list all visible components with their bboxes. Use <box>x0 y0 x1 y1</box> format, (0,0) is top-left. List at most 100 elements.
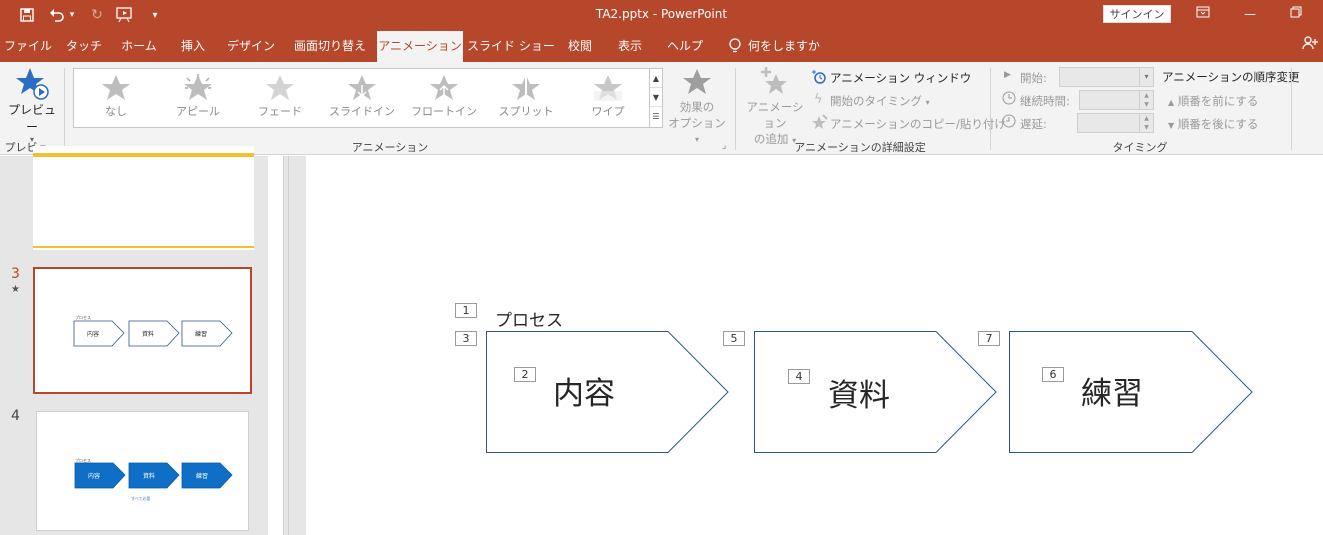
gallery-scroll-up-icon[interactable]: ▲ <box>650 69 662 88</box>
gallery-item-label: なし <box>105 105 127 118</box>
anim-tag-4[interactable]: 4 <box>788 369 810 384</box>
group-separator <box>1291 68 1292 150</box>
share-icon[interactable] <box>1296 31 1323 62</box>
tab-animations[interactable]: アニメーション <box>377 31 463 62</box>
start-select[interactable]: ▾ <box>1059 67 1154 87</box>
thumb-box-3: 練習 <box>195 331 208 338</box>
fly-in-star-icon <box>348 75 376 100</box>
gallery-scrollbar[interactable]: ▲ ▼ ☰ <box>650 68 663 128</box>
tell-me-search[interactable]: 何をしますか <box>748 31 820 62</box>
gallery-item-fade[interactable]: フェード <box>239 72 321 126</box>
gallery-item-appear[interactable]: アピール <box>157 72 239 126</box>
gallery-more-icon[interactable]: ☰ <box>650 107 662 126</box>
move-later-button[interactable]: 順番を後にする <box>1178 117 1259 131</box>
preview-label: プレビュー <box>8 103 57 134</box>
slide-thumbnail-pane: 3 ★ プロセス 内容 資料 練習 4 プロセス 内容 資料 練習 すべて必要 <box>0 146 268 535</box>
tab-slideshow[interactable]: スライド ショー <box>467 31 555 62</box>
animation-gallery: なし アピール フェード スライドイン フロートイン スプリット ワイプ <box>73 68 650 128</box>
tab-help[interactable]: ヘルプ <box>659 31 711 62</box>
slide-thumbnail-4[interactable]: プロセス 内容 資料 練習 すべて必要 <box>36 411 249 531</box>
move-earlier-button[interactable]: 順番を前にする <box>1178 94 1259 108</box>
slide-thumbnail-2[interactable] <box>33 146 254 250</box>
restore-icon[interactable] <box>1281 4 1311 24</box>
splitter-line <box>288 156 289 535</box>
delay-spinner[interactable]: ▲ ▼ <box>1077 113 1154 133</box>
thumbnail-scrollbar[interactable] <box>268 156 284 535</box>
anim-tag-7[interactable]: 7 <box>978 331 1000 346</box>
tab-touch[interactable]: タッチ <box>59 31 109 62</box>
preview-star-icon <box>16 68 49 100</box>
add-animation-button[interactable]: アニメーション の追加 ▾ <box>741 66 809 146</box>
timing-group-label: タイミング <box>1112 141 1168 154</box>
anim-tag-2[interactable]: 2 <box>514 367 536 382</box>
trigger-button[interactable]: 開始のタイミング <box>830 94 922 108</box>
gallery-item-float-in[interactable]: フロートイン <box>403 72 485 126</box>
animation-group-label: アニメーション <box>351 141 429 154</box>
title-bar: ▾ ↻ ▾ TA2.pptx - PowerPoint サインイン — <box>0 0 1323 31</box>
start-play-icon: ▶ <box>1004 70 1011 80</box>
add-animation-label-2: の追加 <box>753 132 789 146</box>
slide-number-3: 3 <box>11 266 20 282</box>
advanced-animation-group-label: アニメーションの詳細設定 <box>794 141 926 154</box>
duration-spin-icon[interactable]: ▲ ▼ <box>1139 91 1153 109</box>
save-icon[interactable] <box>16 5 38 25</box>
customize-toolbar-icon[interactable]: ▾ <box>144 5 166 25</box>
effect-options-dropdown-icon: ▾ <box>694 135 699 144</box>
effect-options-button[interactable]: 効果の オプション ▾ <box>666 68 728 144</box>
minimize-icon[interactable]: — <box>1235 4 1265 24</box>
gallery-item-none[interactable]: なし <box>75 72 157 126</box>
tab-review[interactable]: 校閲 <box>559 31 601 62</box>
anim-tag-5[interactable]: 5 <box>723 331 745 346</box>
tab-design[interactable]: デザイン <box>221 31 281 62</box>
fade-star-icon <box>266 75 294 100</box>
split-star-icon <box>512 75 540 100</box>
signin-button[interactable]: サインイン <box>1103 5 1171 23</box>
tab-view[interactable]: 表示 <box>608 31 652 62</box>
thumb-top-bar <box>33 153 254 157</box>
tab-home[interactable]: ホーム <box>113 31 165 62</box>
gallery-item-label: ワイプ <box>591 105 625 118</box>
animation-star-indicator-icon: ★ <box>11 284 20 295</box>
anim-tag-3[interactable]: 3 <box>455 331 477 346</box>
animation-painter-icon <box>812 114 828 130</box>
ribbon-tab-bar: ファイル タッチ ホーム 挿入 デザイン 画面切り替え アニメーション スライド… <box>0 31 1323 62</box>
animation-pane-button[interactable]: アニメーション ウィンドウ <box>830 70 971 86</box>
gallery-item-label: スライドイン <box>329 105 395 118</box>
chevron-3-text: 練習 <box>1081 376 1143 412</box>
move-earlier-icon: ▲ <box>1168 98 1175 107</box>
group-separator <box>735 68 736 150</box>
gallery-item-split[interactable]: スプリット <box>485 72 567 126</box>
slide-thumbnail-3[interactable]: プロセス 内容 資料 練習 <box>33 267 252 394</box>
duration-spinner[interactable]: ▲ ▼ <box>1079 90 1154 110</box>
trigger-dropdown-icon: ▾ <box>925 98 930 107</box>
reorder-title: アニメーションの順序変更 <box>1162 70 1300 84</box>
gallery-item-wipe[interactable]: ワイプ <box>567 72 649 126</box>
trigger-lightning-icon: ϟ <box>814 92 823 107</box>
undo-icon[interactable] <box>46 5 68 25</box>
clock-icon <box>1002 91 1016 105</box>
preview-button[interactable]: プレビュー ▾ <box>8 66 57 144</box>
thumb-box-1: 内容 <box>88 473 101 480</box>
start-dropdown-icon[interactable]: ▾ <box>1139 68 1153 86</box>
gallery-item-fly-in[interactable]: スライドイン <box>321 72 403 126</box>
gallery-item-label: フロートイン <box>411 105 477 118</box>
tab-insert[interactable]: 挿入 <box>170 31 216 62</box>
lightbulb-icon <box>729 38 741 53</box>
tab-file[interactable]: ファイル <box>0 31 56 62</box>
gallery-scroll-down-icon[interactable]: ▼ <box>650 88 662 107</box>
move-later-icon: ▼ <box>1168 121 1175 130</box>
delay-spin-icon[interactable]: ▲ ▼ <box>1139 114 1153 132</box>
undo-dropdown-icon[interactable]: ▾ <box>66 5 78 25</box>
animation-painter-button[interactable]: アニメーションのコピー/貼り付け <box>830 116 1006 132</box>
anim-tag-6[interactable]: 6 <box>1042 367 1064 382</box>
gallery-item-label: アピール <box>176 105 220 118</box>
redo-icon[interactable]: ↻ <box>86 5 108 25</box>
ribbon-display-options-icon[interactable] <box>1188 4 1218 24</box>
tab-transitions[interactable]: 画面切り替え <box>287 31 373 62</box>
dialog-launcher-icon[interactable]: ⌟ <box>722 141 726 151</box>
start-from-beginning-icon[interactable] <box>114 5 136 25</box>
start-label: 開始: <box>1020 71 1047 85</box>
effect-options-star-icon <box>683 69 711 94</box>
pane-splitter[interactable] <box>268 156 306 535</box>
duration-label: 継続時間: <box>1020 94 1070 108</box>
